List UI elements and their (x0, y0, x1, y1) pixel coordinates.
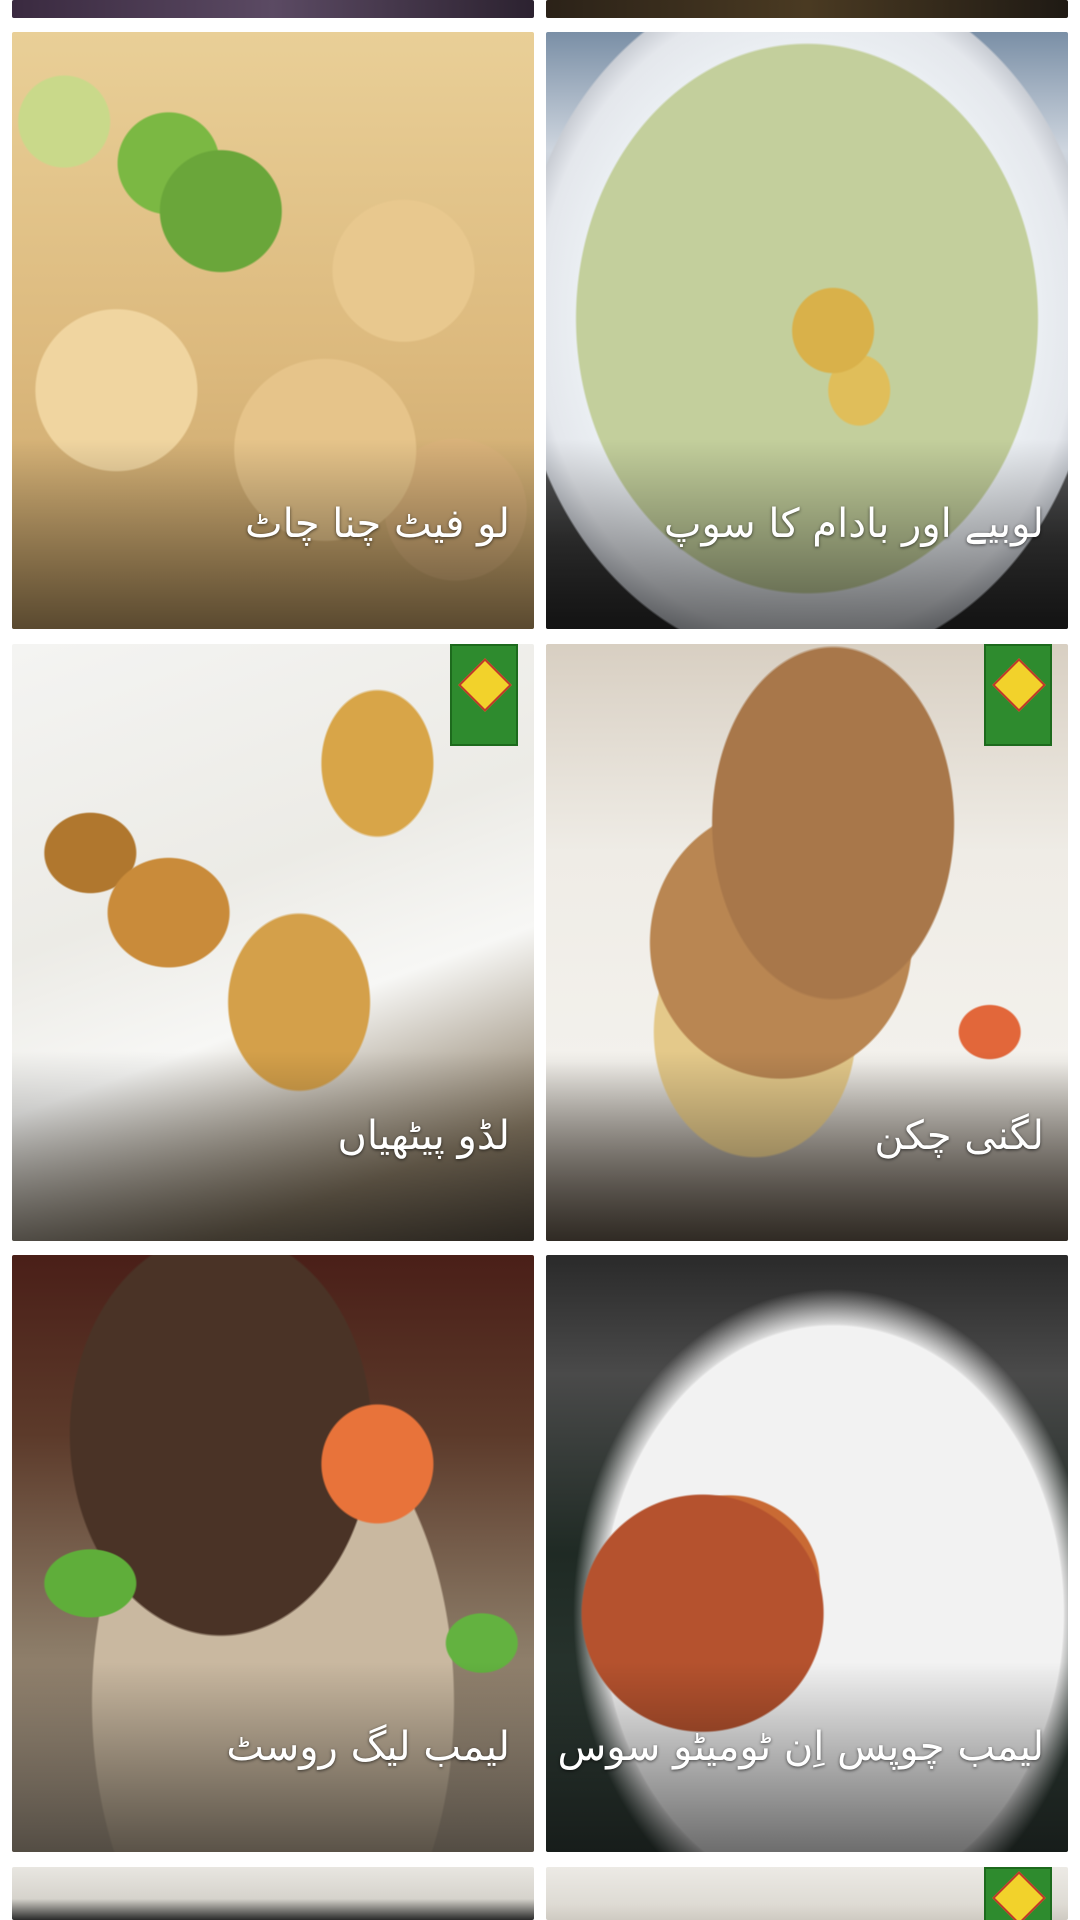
recipe-card-lagni-chicken[interactable]: لگنی چکن (546, 644, 1068, 1241)
recipe-card-partial-top-right[interactable] (546, 0, 1068, 18)
recipe-card-partial-bottom-right[interactable] (546, 1867, 1068, 1920)
recipe-title: لیمب لیگ روسٹ (226, 1724, 510, 1770)
recipe-card-lobia-badam-soup[interactable]: لوبیے اور بادام کا سوپ (546, 32, 1068, 629)
recipe-card-lamb-leg-roast[interactable]: لیمب لیگ روسٹ (12, 1255, 534, 1852)
recipe-card-chana-chaat[interactable]: لو فیٹ چنا چاٹ (12, 32, 534, 629)
recipe-card-laddu-peethiyan[interactable]: لڈو پیٹھیاں (12, 644, 534, 1241)
recipe-title: لیمب چوپس اِن ٹومیٹو سوس (557, 1724, 1044, 1770)
recipe-card-partial-bottom-left[interactable] (12, 1867, 534, 1920)
hum-masala-logo-icon (984, 1867, 1052, 1920)
recipe-card-lamb-chops-tomato-sauce[interactable]: لیمب چوپس اِن ٹومیٹو سوس (546, 1255, 1068, 1852)
hum-masala-logo-icon (450, 644, 518, 746)
recipe-title: لگنی چکن (874, 1113, 1044, 1159)
recipe-card-partial-top-left[interactable] (12, 0, 534, 18)
recipe-title: لو فیٹ چنا چاٹ (244, 501, 510, 547)
recipe-title: لوبیے اور بادام کا سوپ (663, 501, 1044, 547)
recipe-title: لڈو پیٹھیاں (337, 1113, 510, 1159)
hum-masala-logo-icon (984, 644, 1052, 746)
recipe-grid: لو فیٹ چنا چاٹ لوبیے اور بادام کا سوپ لڈ… (0, 0, 1080, 1920)
